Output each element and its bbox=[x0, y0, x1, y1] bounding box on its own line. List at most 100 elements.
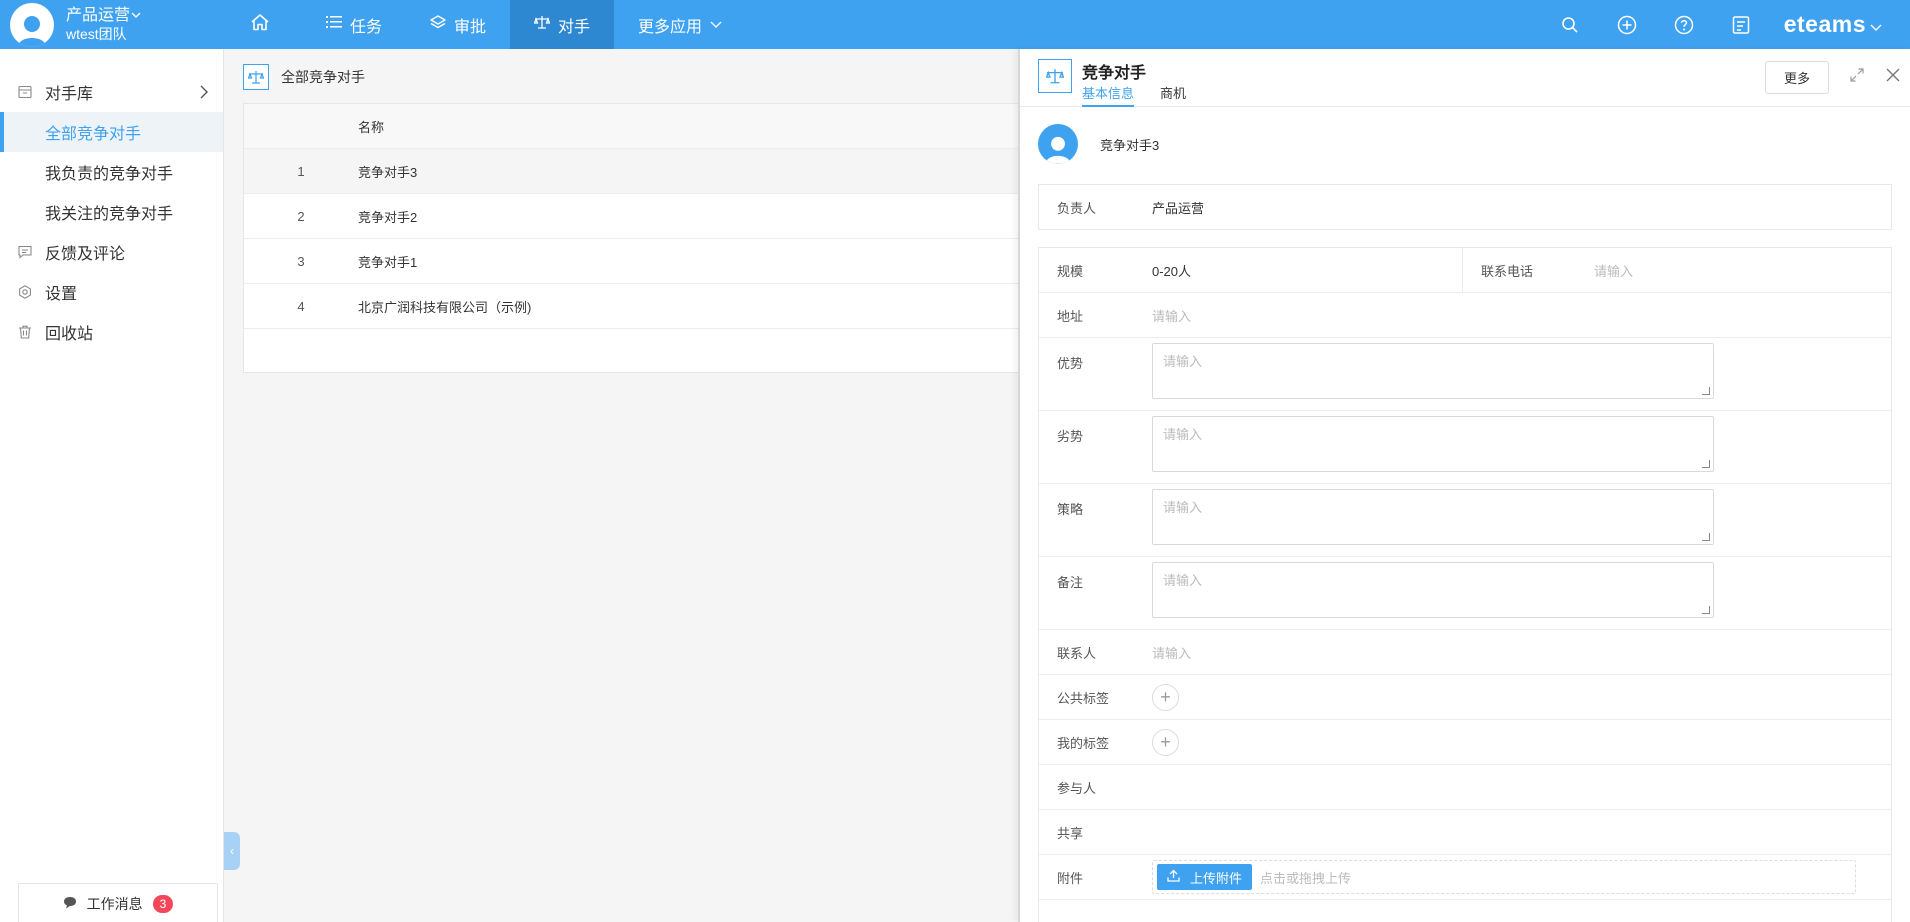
address-field[interactable]: 请输入 bbox=[1152, 306, 1191, 325]
table-row[interactable]: 3 竞争对手1 bbox=[244, 239, 1019, 284]
help-icon[interactable] bbox=[1656, 0, 1713, 49]
owner-row: 负责人 产品运营 bbox=[1038, 184, 1892, 230]
sidebar-item-settings[interactable]: 设置 bbox=[0, 272, 223, 312]
table-row[interactable]: 2 竞争对手2 bbox=[244, 194, 1019, 239]
phone-field[interactable]: 请输入 bbox=[1594, 261, 1633, 280]
form-row-attachment: 附件 上传附件 点击或拖拽上传 bbox=[1039, 855, 1891, 900]
brand-name: eteams bbox=[1783, 11, 1866, 37]
more-button[interactable]: 更多 bbox=[1765, 61, 1829, 94]
brand-logo[interactable]: eteams bbox=[1770, 11, 1910, 38]
row-index: 3 bbox=[297, 253, 305, 269]
add-my-tag-icon[interactable]: + bbox=[1152, 728, 1179, 756]
table-footer bbox=[244, 329, 1019, 372]
detail-form: 规模 0-20人 联系电话 请输入 地址 请输入 优势 请输入 劣势 请输入 策… bbox=[1038, 247, 1892, 922]
user-name[interactable]: 产品运营 bbox=[66, 6, 130, 25]
form-row-disadvantage: 劣势 请输入 bbox=[1039, 411, 1891, 484]
notes-icon[interactable] bbox=[1713, 0, 1770, 49]
table-row[interactable]: 4 北京广润科技有限公司（示例) bbox=[244, 284, 1019, 329]
scale-icon bbox=[1038, 59, 1072, 93]
user-switcher[interactable]: 产品运营 wtest团队 bbox=[10, 0, 142, 49]
my-tag-label: 我的标签 bbox=[1057, 735, 1110, 751]
team-name: wtest团队 bbox=[66, 25, 127, 42]
nav-approval[interactable]: 审批 bbox=[406, 0, 510, 49]
nav-home[interactable] bbox=[226, 0, 302, 49]
record-avatar bbox=[1038, 124, 1078, 164]
competitor-table: 名称 1 竞争对手3 2 竞争对手2 3 竞争对手1 4 北京广润科技有限公司（… bbox=[243, 103, 1020, 373]
sidebar-item-label: 全部竞争对手 bbox=[45, 126, 142, 143]
panel-title: 竞争对手 bbox=[1082, 65, 1147, 82]
user-avatar[interactable] bbox=[10, 2, 54, 47]
layers-icon bbox=[430, 15, 454, 34]
form-row-share: 共享 bbox=[1039, 810, 1891, 855]
owner-label: 负责人 bbox=[1057, 200, 1097, 216]
breadcrumb: 全部竞争对手 bbox=[243, 64, 365, 90]
form-row-remark: 备注 请输入 bbox=[1039, 557, 1891, 630]
panel-tabs: 基本信息 商机 bbox=[1082, 83, 1212, 107]
tab-basic-info[interactable]: 基本信息 bbox=[1082, 83, 1135, 107]
sidebar-item-recycle[interactable]: 回收站 bbox=[0, 312, 223, 352]
nav-competitor-label: 对手 bbox=[558, 18, 591, 36]
attachment-dropzone[interactable]: 上传附件 点击或拖拽上传 bbox=[1152, 860, 1856, 894]
attachment-label: 附件 bbox=[1057, 870, 1084, 886]
phone-label: 联系电话 bbox=[1481, 263, 1534, 279]
top-navigation-bar: 产品运营 wtest团队 任务 审批 对手 更多应用 eteams bbox=[0, 0, 1910, 49]
row-index: 4 bbox=[297, 298, 305, 314]
sidebar-group-competitor-library[interactable]: 对手库 bbox=[0, 72, 223, 112]
table-row[interactable]: 1 竞争对手3 bbox=[244, 149, 1019, 194]
row-name[interactable]: 竞争对手1 bbox=[358, 252, 1019, 271]
upload-attachment-button[interactable]: 上传附件 bbox=[1157, 864, 1253, 890]
sidebar-item-followed[interactable]: 我关注的竞争对手 bbox=[0, 192, 223, 232]
owner-value[interactable]: 产品运营 bbox=[1152, 198, 1204, 217]
strategy-textarea[interactable]: 请输入 bbox=[1152, 489, 1714, 545]
comment-icon bbox=[18, 245, 32, 259]
address-label: 地址 bbox=[1057, 308, 1084, 324]
remark-label: 备注 bbox=[1057, 575, 1084, 590]
record-name[interactable]: 竞争对手3 bbox=[1100, 135, 1159, 154]
chat-bubble-icon bbox=[63, 896, 87, 912]
nav-more-apps[interactable]: 更多应用 bbox=[614, 0, 754, 49]
detail-panel: 竞争对手 基本信息 商机 更多 竞争对手3 负责人 产品运营 规模 0-20人 … bbox=[1018, 49, 1910, 922]
row-name[interactable]: 北京广润科技有限公司（示例) bbox=[358, 297, 1019, 316]
search-icon[interactable] bbox=[1542, 0, 1599, 49]
sidebar-item-all[interactable]: 全部竞争对手 bbox=[0, 112, 223, 152]
strategy-label: 策略 bbox=[1057, 502, 1084, 517]
nav-competitor[interactable]: 对手 bbox=[510, 0, 615, 49]
scale-icon bbox=[243, 64, 269, 90]
work-message-label: 工作消息 bbox=[86, 896, 143, 912]
sidebar-item-label: 我关注的竞争对手 bbox=[45, 206, 174, 223]
advantage-textarea[interactable]: 请输入 bbox=[1152, 343, 1714, 399]
public-tag-label: 公共标签 bbox=[1057, 690, 1110, 706]
panel-header: 竞争对手 基本信息 商机 更多 bbox=[1020, 49, 1910, 107]
tab-opportunities[interactable]: 商机 bbox=[1160, 83, 1186, 107]
add-public-tag-icon[interactable]: + bbox=[1152, 683, 1179, 711]
row-name[interactable]: 竞争对手3 bbox=[358, 162, 1019, 181]
nav-task[interactable]: 任务 bbox=[302, 0, 406, 49]
expand-icon[interactable] bbox=[1850, 68, 1864, 85]
upload-hint: 点击或拖拽上传 bbox=[1260, 870, 1352, 886]
advantage-label: 优势 bbox=[1057, 356, 1084, 371]
form-row-advantage: 优势 请输入 bbox=[1039, 338, 1891, 411]
column-header-name[interactable]: 名称 bbox=[358, 117, 1019, 136]
contact-field[interactable]: 请输入 bbox=[1152, 643, 1191, 662]
sidebar-group-label: 对手库 bbox=[45, 86, 94, 103]
sidebar-item-label: 回收站 bbox=[45, 326, 94, 343]
row-name[interactable]: 竞争对手2 bbox=[358, 207, 1019, 226]
row-index: 2 bbox=[297, 208, 305, 224]
nav-task-label: 任务 bbox=[350, 18, 383, 36]
disadvantage-textarea[interactable]: 请输入 bbox=[1152, 416, 1714, 472]
form-row-participants: 参与人 bbox=[1039, 765, 1891, 810]
chevron-right-icon[interactable] bbox=[199, 85, 209, 104]
chevron-down-icon bbox=[710, 16, 730, 34]
main-nav: 任务 审批 对手 更多应用 bbox=[226, 0, 754, 49]
form-row-scale-phone: 规模 0-20人 联系电话 请输入 bbox=[1039, 248, 1891, 293]
scale-value[interactable]: 0-20人 bbox=[1152, 261, 1191, 280]
sidebar-item-mine[interactable]: 我负责的竞争对手 bbox=[0, 152, 223, 192]
nav-more-apps-label: 更多应用 bbox=[638, 18, 703, 36]
chevron-down-icon[interactable] bbox=[130, 6, 142, 25]
sidebar-item-feedback[interactable]: 反馈及评论 bbox=[0, 232, 223, 272]
work-message-button[interactable]: 工作消息 3 bbox=[18, 883, 218, 922]
remark-textarea[interactable]: 请输入 bbox=[1152, 562, 1714, 618]
breadcrumb-label: 全部竞争对手 bbox=[281, 69, 365, 85]
add-circle-icon[interactable] bbox=[1599, 0, 1656, 49]
close-icon[interactable] bbox=[1886, 68, 1900, 85]
